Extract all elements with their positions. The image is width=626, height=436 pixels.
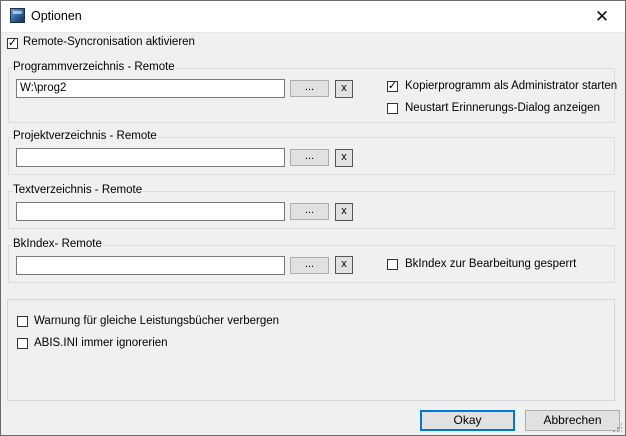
title-bar: Optionen ✕: [1, 1, 625, 33]
remote-sync-label: Remote-Syncronisation aktivieren: [23, 36, 195, 48]
bkindex-locked-checkbox[interactable]: [387, 259, 398, 270]
okay-button[interactable]: Okay: [420, 410, 515, 431]
ignore-abis-checkbox[interactable]: [17, 338, 28, 349]
bkindex-path-input[interactable]: [16, 256, 285, 275]
remote-sync-checkbox[interactable]: ✓: [7, 38, 18, 49]
checkmark-icon: ✓: [387, 80, 398, 92]
text-browse-button[interactable]: ...: [290, 203, 329, 220]
warn-duplicate-checkbox[interactable]: [17, 316, 28, 327]
window-title: Optionen: [31, 9, 82, 23]
cancel-button[interactable]: Abbrechen: [525, 410, 620, 431]
group-title-programm: Programmverzeichnis - Remote: [12, 61, 176, 73]
projekt-path-input[interactable]: [16, 148, 285, 167]
close-icon[interactable]: ✕: [579, 1, 625, 32]
programm-clear-button[interactable]: x: [335, 80, 353, 98]
options-dialog: Optionen ✕ ✓ Remote-Syncronisation aktiv…: [0, 0, 626, 436]
checkmark-icon: ✓: [7, 37, 18, 49]
programm-path-input[interactable]: W:\prog2: [16, 79, 285, 98]
projekt-clear-button[interactable]: x: [335, 149, 353, 167]
bkindex-browse-button[interactable]: ...: [290, 257, 329, 274]
ignore-abis-label: ABIS.INI immer ignorerien: [34, 337, 168, 349]
warn-duplicate-label: Warnung für gleiche Leistungsbücher verb…: [34, 315, 280, 327]
text-clear-button[interactable]: x: [335, 203, 353, 221]
restart-reminder-label: Neustart Erinnerungs-Dialog anzeigen: [405, 102, 600, 114]
programm-browse-button[interactable]: ...: [290, 80, 329, 97]
admin-start-label: Kopierprogramm als Administrator starten: [405, 80, 618, 92]
projekt-browse-button[interactable]: ...: [290, 149, 329, 166]
group-title-bkindex: BkIndex- Remote: [12, 238, 103, 250]
group-title-projekt: Projektverzeichnis - Remote: [12, 130, 158, 142]
text-path-input[interactable]: [16, 202, 285, 221]
restart-reminder-checkbox[interactable]: [387, 103, 398, 114]
group-title-text: Textverzeichnis - Remote: [12, 184, 144, 196]
app-window-icon: [10, 8, 25, 23]
bkindex-clear-button[interactable]: x: [335, 256, 353, 274]
admin-start-checkbox[interactable]: ✓: [387, 81, 398, 92]
bkindex-locked-label: BkIndex zur Bearbeitung gesperrt: [405, 258, 577, 270]
